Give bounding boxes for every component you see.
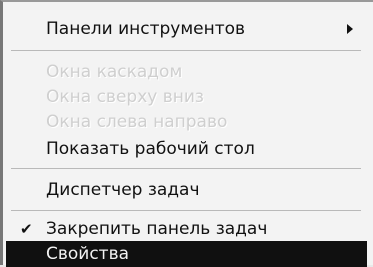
menu-item-side-by-side-windows: Окна слева направо	[6, 109, 367, 135]
menu-item-properties[interactable]: Свойства	[6, 241, 367, 267]
menu-item-cascade-windows: Окна каскадом	[6, 59, 367, 85]
menu-item-label: Закрепить панель задач	[46, 219, 268, 239]
menu-item-task-manager[interactable]: Диспетчер задач	[6, 177, 367, 203]
menu-item-show-desktop[interactable]: Показать рабочий стол	[6, 136, 367, 162]
menu-item-toolbars[interactable]: Панели инструментов	[6, 16, 367, 42]
menu-item-label: Окна каскадом	[46, 62, 183, 82]
menu-item-label: Показать рабочий стол	[46, 139, 255, 159]
chevron-right-icon	[347, 24, 353, 34]
menu-item-stack-windows: Окна сверху вниз	[6, 84, 367, 110]
menu-item-label: Свойства	[46, 244, 130, 264]
taskbar-context-menu: Панели инструментов Окна каскадом Окна с…	[0, 0, 373, 267]
menu-item-label: Окна сверху вниз	[46, 87, 204, 107]
menu-separator	[11, 50, 361, 51]
menu-separator	[11, 210, 361, 211]
menu-item-label: Диспетчер задач	[46, 180, 200, 200]
menu-separator	[11, 168, 361, 169]
menu-item-label: Панели инструментов	[46, 19, 246, 39]
menu-item-lock-taskbar[interactable]: ✔ Закрепить панель задач	[6, 216, 367, 242]
checkmark-icon: ✔	[20, 220, 33, 238]
menu-item-label: Окна слева направо	[46, 112, 228, 132]
